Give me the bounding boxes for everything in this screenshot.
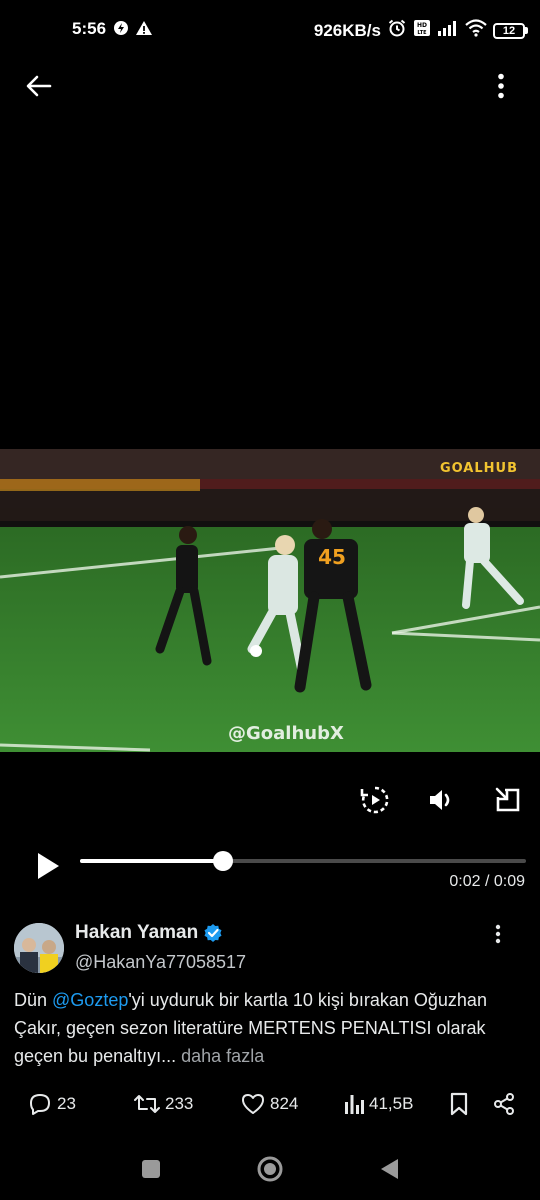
signal-icon (437, 20, 459, 41)
home-button[interactable] (255, 1154, 285, 1184)
play-icon (38, 853, 59, 879)
replay-button[interactable] (357, 782, 393, 818)
tweet-actions: 23 233 824 41,5B (0, 1088, 540, 1120)
tweet-text: Dün @Goztep'yi uyduruk bir kartla 10 kiş… (14, 986, 526, 1070)
status-right: 926KB/s HD LTE 12 (314, 18, 528, 43)
progress-fill (80, 859, 223, 863)
like-button[interactable]: 824 (241, 1088, 298, 1120)
video-controls (0, 780, 540, 824)
more-vertical-icon (498, 73, 504, 99)
verified-badge-icon (204, 924, 222, 942)
volume-button[interactable] (423, 782, 459, 818)
author-name-row: Hakan Yaman (75, 922, 223, 944)
wifi-icon (465, 19, 487, 42)
battery-level: 12 (493, 22, 525, 39)
network-speed: 926KB/s (313, 20, 381, 40)
heart-icon (242, 1094, 264, 1114)
reply-button[interactable]: 23 (28, 1088, 76, 1120)
reply-icon (30, 1094, 50, 1115)
view-count: 41,5B (369, 1094, 414, 1113)
retweet-button[interactable]: 233 (134, 1088, 193, 1120)
progress-thumb[interactable] (212, 851, 233, 871)
more-vertical-icon (495, 924, 501, 944)
recents-button[interactable] (136, 1154, 166, 1184)
triangle-back-icon (381, 1159, 398, 1179)
back-button[interactable] (22, 69, 56, 103)
tweet-more-button[interactable] (488, 922, 508, 946)
more-options-button[interactable] (486, 69, 516, 103)
player-number: 45 (318, 545, 346, 569)
volume-icon (430, 790, 450, 810)
replay-icon (360, 786, 389, 814)
battery-icon: 12 (493, 22, 528, 39)
show-more-link[interactable]: daha fazla (181, 1046, 264, 1066)
play-button[interactable] (30, 848, 66, 884)
arrow-left-icon (26, 75, 52, 97)
status-time: 5:56 (72, 19, 107, 38)
mention-link[interactable]: @Goztep (52, 990, 128, 1010)
author-handle: @HakanYa77058517 (75, 952, 247, 972)
svg-text:HD: HD (417, 22, 427, 29)
retweet-icon (134, 1095, 160, 1113)
like-count: 824 (270, 1094, 299, 1113)
back-nav-button[interactable] (374, 1154, 404, 1184)
share-icon (494, 1093, 514, 1115)
system-nav-bar (0, 1140, 540, 1200)
minimize-button[interactable] (490, 782, 526, 818)
alarm-icon (387, 18, 407, 43)
tweet-text-pre: Dün (14, 990, 53, 1010)
views-button[interactable]: 41,5B (344, 1088, 413, 1120)
analytics-icon (345, 1095, 364, 1114)
volte-icon: HD LTE (413, 19, 431, 42)
retweet-count: 233 (165, 1094, 194, 1113)
avatar[interactable] (14, 923, 64, 973)
author-name[interactable]: Hakan Yaman (75, 922, 198, 944)
minimize-icon (495, 787, 520, 812)
bookmark-button[interactable] (449, 1088, 469, 1120)
time-readout: 0:02 / 0:09 (449, 873, 525, 890)
video-player[interactable]: 45 GOALHUB @GoalhubX (0, 449, 540, 752)
svg-text:LTE: LTE (417, 30, 427, 36)
tweet-author: Hakan Yaman @HakanYa77058517 (14, 922, 526, 978)
data-saver-icon (113, 20, 129, 41)
video-watermark: @GoalhubX (228, 723, 344, 744)
status-bar: 5:56 926KB/s HD LTE 12 (0, 0, 540, 60)
square-icon (142, 1160, 160, 1178)
top-nav (0, 60, 540, 110)
reply-count: 23 (57, 1094, 76, 1113)
circle-icon (257, 1156, 283, 1182)
status-left-icons (113, 20, 153, 41)
video-frame: 45 (0, 449, 540, 752)
share-button[interactable] (492, 1088, 516, 1120)
bookmark-icon (450, 1092, 468, 1116)
progress-bar[interactable] (80, 851, 526, 871)
warning-icon (135, 20, 153, 41)
channel-logo: GOALHUB (439, 461, 518, 476)
